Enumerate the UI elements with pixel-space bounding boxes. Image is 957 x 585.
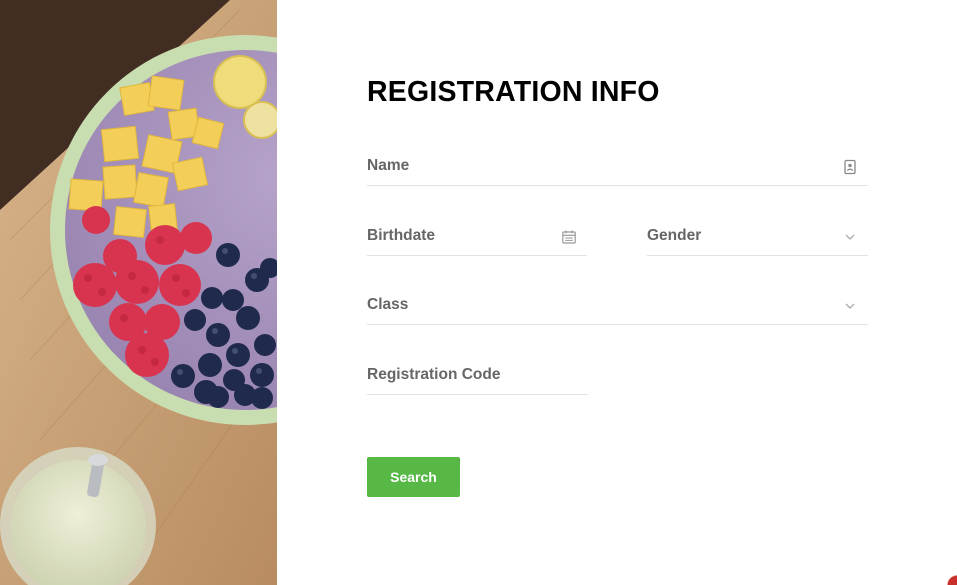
class-select[interactable]: Class <box>367 289 868 325</box>
page-title: REGISTRATION INFO <box>367 76 660 108</box>
gender-select-label: Gender <box>647 227 702 244</box>
chevron-down-icon <box>842 229 858 245</box>
birthdate-field-label: Birthdate <box>367 227 436 244</box>
class-select-label: Class <box>367 296 409 313</box>
registration-code-field-label: Registration Code <box>367 366 501 383</box>
name-field-label: Name <box>367 157 410 174</box>
smoothie-bowl-image <box>0 0 277 585</box>
id-card-icon <box>842 159 858 175</box>
name-field[interactable]: Name <box>367 150 868 186</box>
registration-form: REGISTRATION INFO Name Birthdate Gender <box>277 0 957 585</box>
birthdate-field[interactable]: Birthdate <box>367 220 587 256</box>
search-button[interactable]: Search <box>367 457 460 497</box>
registration-code-field[interactable]: Registration Code <box>367 359 588 395</box>
gender-select[interactable]: Gender <box>647 220 868 256</box>
calendar-icon[interactable] <box>561 229 577 245</box>
corner-decoration <box>943 571 957 585</box>
chevron-down-icon <box>842 298 858 314</box>
